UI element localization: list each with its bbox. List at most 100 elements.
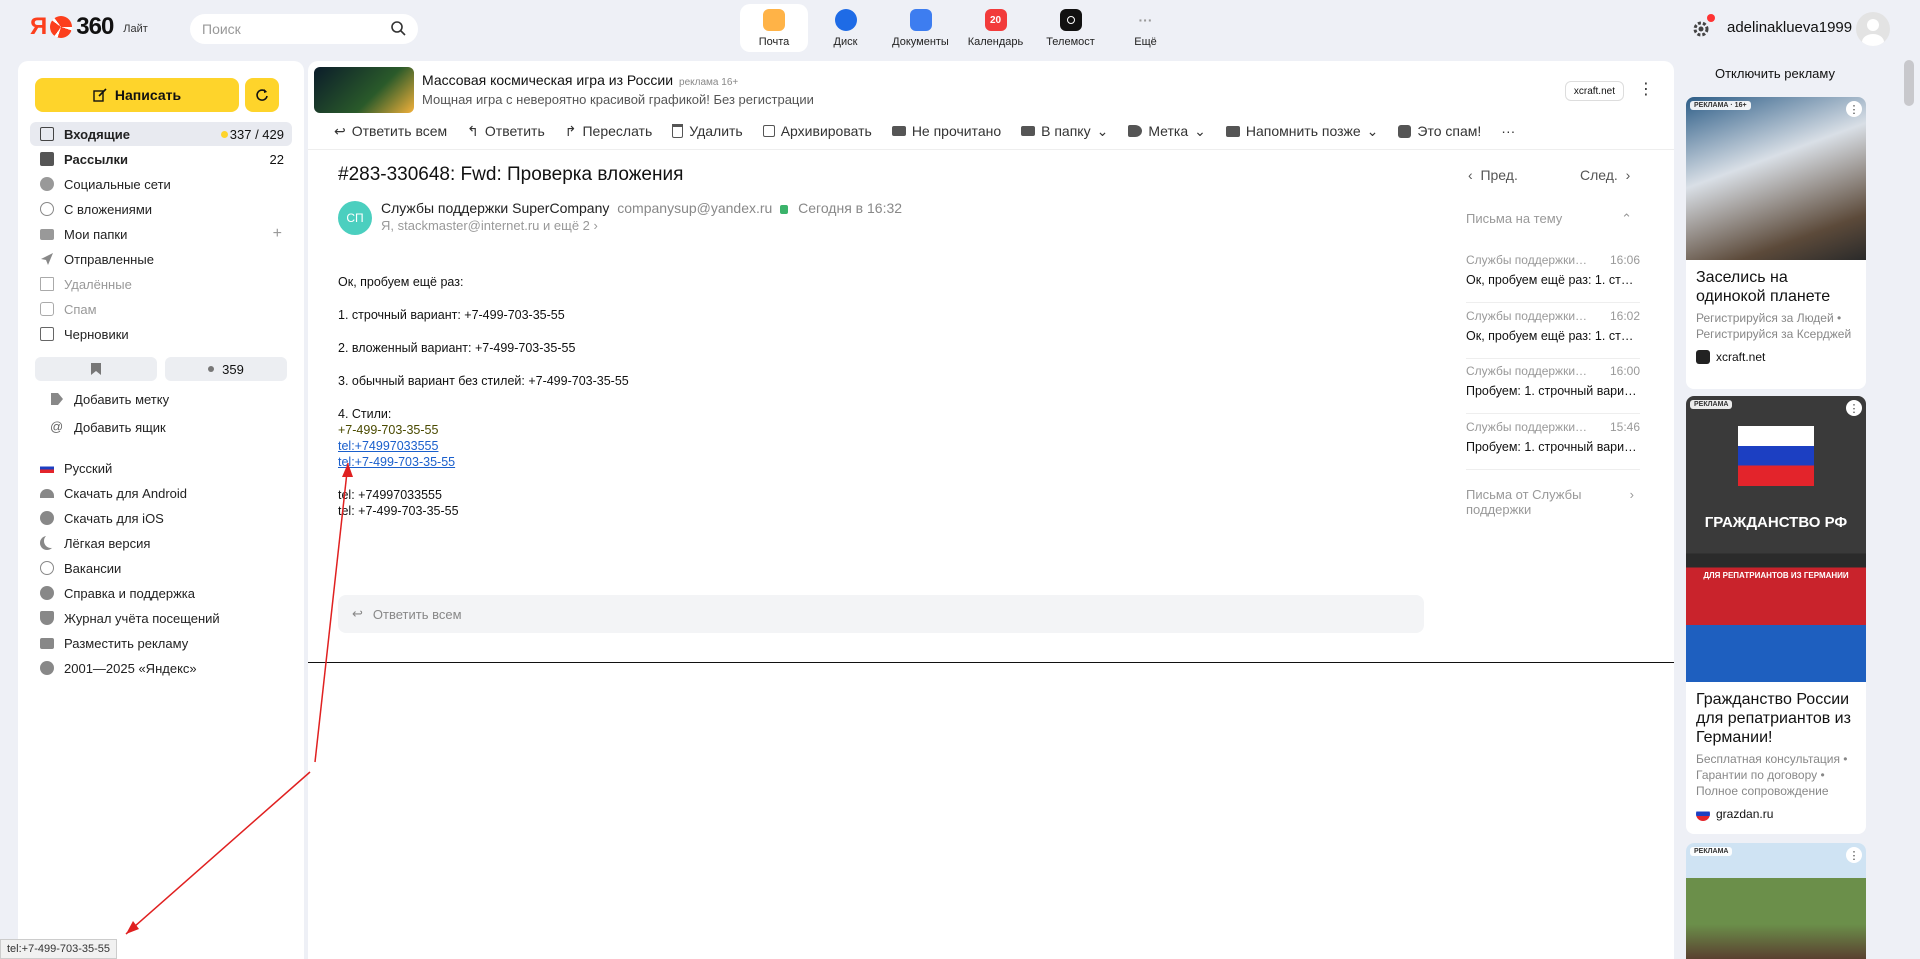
sidebar-item-sent[interactable]: Отправленные — [30, 247, 292, 271]
forward-button[interactable]: ↱ Переслать — [565, 123, 653, 140]
android-link[interactable]: Скачать для Android — [30, 481, 292, 505]
sidebar-item-my-folders[interactable]: Мои папки + — [30, 222, 292, 246]
move-to-folder-button[interactable]: В папку ⌄ — [1021, 123, 1108, 140]
moon-icon — [40, 536, 54, 550]
ad-image: РЕКЛАМА ⋮ — [1686, 843, 1866, 959]
help-link[interactable]: Справка и поддержка — [30, 581, 292, 605]
delete-button[interactable]: Удалить — [672, 123, 743, 139]
more-from-sender-link[interactable]: Письма от Службы поддержки › — [1466, 487, 1640, 517]
ad-image: РЕКЛАМА ⋮ ГРАЖДАНСТВО РФ ДЛЯ РЕПАТРИАНТО… — [1686, 396, 1866, 682]
copyright-link[interactable]: 2001—2025 «Яндекс» — [30, 656, 292, 680]
sidebar-item-newsletters[interactable]: Рассылки 22 — [30, 147, 292, 171]
thread-item[interactable]: Службы поддержки SuperCompany 16:06 Ок, … — [1466, 253, 1640, 303]
thread-item[interactable]: Службы поддержки SuperCompany 15:46 Проб… — [1466, 420, 1640, 470]
sender-email[interactable]: companysup@yandex.ru — [617, 200, 772, 216]
avatar[interactable] — [1856, 12, 1890, 46]
tel-link[interactable]: tel:+74997033555 — [338, 439, 438, 453]
app-documents[interactable]: Документы — [883, 4, 958, 52]
kebab-menu-icon[interactable]: ⋮ — [1846, 101, 1862, 117]
chevron-up-icon: ⌃ — [1621, 211, 1632, 226]
quick-reply-box[interactable]: ↩ Ответить всем — [338, 595, 1424, 633]
lite-version-link[interactable]: Лёгкая версия — [30, 531, 292, 555]
filter-unread[interactable]: 359 — [165, 357, 287, 381]
chevron-right-icon: › — [1625, 167, 1631, 183]
disable-ads-button[interactable]: Отключить рекламу — [1684, 61, 1866, 85]
ad-domain-button[interactable]: xcraft.net — [1564, 81, 1624, 101]
pencil-icon — [93, 88, 107, 102]
kebab-menu-icon[interactable]: ⋮ — [1846, 847, 1862, 863]
tel-link[interactable]: tel:+7-499-703-35-55 — [338, 455, 455, 469]
link-label: Скачать для iOS — [64, 510, 164, 526]
app-disk[interactable]: Диск — [808, 4, 883, 52]
scrollbar[interactable] — [1904, 60, 1914, 106]
app-calendar[interactable]: 20 Календарь — [958, 4, 1033, 52]
link-label: Вакансии — [64, 560, 122, 576]
disk-app-icon — [834, 9, 857, 31]
more-actions-button[interactable]: ··· — [1501, 123, 1515, 139]
vacancies-link[interactable]: Вакансии — [30, 556, 292, 580]
ad-card-domain: xcraft.net — [1686, 342, 1866, 372]
app-telemost[interactable]: Телемост — [1033, 4, 1108, 52]
reply-button[interactable]: ↰ Ответить — [467, 123, 545, 140]
filter-bookmarked[interactable] — [35, 357, 157, 381]
documents-app-icon — [909, 9, 932, 31]
visit-log-link[interactable]: Журнал учёта посещений — [30, 606, 292, 630]
telemost-app-icon — [1059, 9, 1082, 31]
divider — [308, 662, 1674, 663]
app-mail[interactable]: Почта — [740, 4, 808, 52]
unread-dot — [221, 131, 228, 138]
logo-lite-label: Лайт — [123, 23, 148, 35]
more-dots-icon: ··· — [1138, 12, 1153, 28]
add-mailbox-link[interactable]: @ Добавить ящик — [30, 415, 292, 439]
sidebar: Написать Входящие 337 / 429 Рассылки 22 … — [18, 61, 304, 959]
thread-item[interactable]: Службы поддержки SuperCompany 16:02 Ок, … — [1466, 309, 1640, 359]
sender-name[interactable]: Службы поддержки SuperCompany — [381, 200, 609, 216]
compose-button[interactable]: Написать — [35, 78, 239, 112]
sidebar-item-spam[interactable]: Спам — [30, 297, 292, 321]
spam-button[interactable]: Это спам! — [1398, 123, 1481, 139]
archive-button[interactable]: Архивировать — [762, 123, 872, 139]
username[interactable]: adelinaklueva1999 — [1727, 19, 1852, 36]
sidebar-item-inbox[interactable]: Входящие 337 / 429 — [30, 122, 292, 146]
search-input[interactable] — [190, 14, 418, 44]
add-folder-icon[interactable]: + — [273, 225, 282, 243]
remind-later-button[interactable]: Напомнить позже ⌄ — [1225, 123, 1378, 140]
prev-message-button[interactable]: ‹ Пред. — [1468, 167, 1518, 183]
ad-card[interactable]: РЕКЛАМА ⋮ ГРАЖДАНСТВО РФ ДЛЯ РЕПАТРИАНТО… — [1686, 396, 1866, 834]
language-link[interactable]: Русский — [30, 456, 292, 480]
spam-icon — [1398, 124, 1412, 138]
thread-header[interactable]: Письма на тему ⌃ — [1466, 211, 1640, 226]
calendar-date: 20 — [989, 14, 1002, 26]
ad-card-desc: Регистрируйся за Людей • Регистрируйся з… — [1696, 311, 1852, 341]
sidebar-item-drafts[interactable]: Черновики — [30, 322, 292, 346]
sender-avatar[interactable]: СП — [338, 201, 372, 235]
thread-item[interactable]: Службы поддержки SuperCompany 16:00 Проб… — [1466, 364, 1640, 414]
sidebar-item-social[interactable]: Социальные сети — [30, 172, 292, 196]
search-icon[interactable] — [390, 20, 406, 36]
mark-unread-button[interactable]: Не прочитано — [891, 123, 1001, 139]
sidebar-item-attachments[interactable]: С вложениями — [30, 197, 292, 221]
recipients[interactable]: Я, stackmaster@internet.ru и ещё 2 › — [381, 218, 598, 233]
ad-card[interactable]: РЕКЛАМА ⋮ — [1686, 843, 1866, 959]
unread-dot-icon — [208, 366, 215, 372]
inbox-icon — [40, 127, 54, 141]
vacancy-icon — [40, 561, 54, 575]
add-label-link[interactable]: Добавить метку — [30, 387, 292, 411]
link-label: Справка и поддержка — [64, 585, 195, 601]
next-message-button[interactable]: След. › — [1580, 167, 1630, 183]
kebab-menu-icon[interactable]: ⋮ — [1638, 79, 1654, 99]
top-ad-banner[interactable]: Массовая космическая игра из России рекла… — [314, 67, 1668, 113]
reply-all-button[interactable]: ↩ Ответить всем — [334, 123, 447, 140]
unread-count: 359 — [222, 361, 244, 377]
advertise-link[interactable]: Разместить рекламу — [30, 631, 292, 655]
filter-row: 359 — [35, 357, 287, 381]
sidebar-item-label: Спам — [64, 301, 97, 317]
ad-card[interactable]: РЕКЛАМА · 16+ ⋮ Заселись на одинокой пла… — [1686, 97, 1866, 389]
kebab-menu-icon[interactable]: ⋮ — [1846, 400, 1862, 416]
sidebar-item-deleted[interactable]: Удалённые — [30, 272, 292, 296]
refresh-button[interactable] — [245, 78, 279, 112]
label-button[interactable]: Метка ⌄ — [1128, 123, 1206, 140]
ios-link[interactable]: Скачать для iOS — [30, 506, 292, 530]
yandex-360-logo[interactable]: Я 360 Лайт — [30, 13, 148, 41]
app-more[interactable]: ··· Ещё — [1108, 4, 1183, 52]
